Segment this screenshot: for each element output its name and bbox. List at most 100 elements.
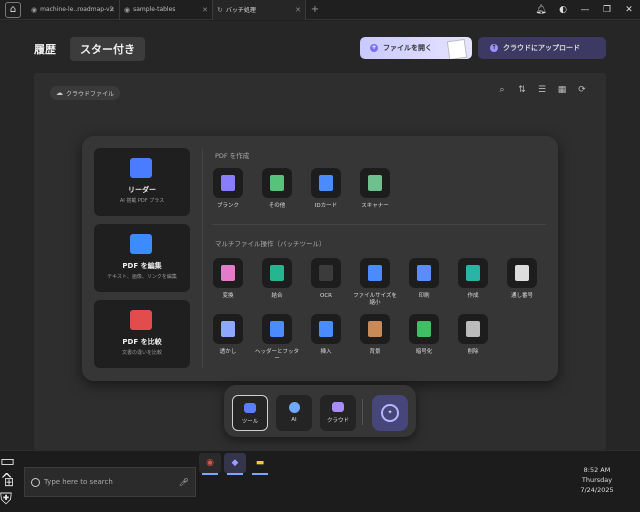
ai-assistant-button[interactable]: ✦ [372,395,408,431]
dock-cloud[interactable]: クラウド [320,395,356,431]
dock-tools[interactable]: ツール [232,395,268,431]
compare-pdf-tile[interactable]: PDF を比較 文書の違いを比較 [94,300,190,368]
dock-ai[interactable]: AI [276,395,312,431]
batch-tool-10[interactable]: 挿入 [304,314,348,356]
create-tool-4-label: スキャナー [361,203,389,209]
batch-tool-9-icon [262,314,292,344]
create-tool-1-label: ブランク [216,203,239,209]
tab-label: バッチ処理 [225,7,256,14]
app-area: 履歴 スター付き + ファイルを開く ↑ クラウドにアップロード ☁ クラウドフ… [0,21,640,450]
section-divider [212,224,546,225]
batch-tool-6-icon [458,258,488,288]
batch-tool-8[interactable]: 透かし [206,314,250,356]
minimize-icon[interactable]: — [574,5,596,15]
batch-tool-11-icon [360,314,390,344]
upload-cloud-label: クラウドにアップロード [503,44,580,52]
batch-tool-8-icon [213,314,243,344]
create-tool-3[interactable]: IDカード [304,168,348,210]
close-icon[interactable]: ✕ [109,6,115,14]
restore-icon[interactable]: ❐ [596,5,618,15]
batch-tool-7-label: 通し番号 [510,293,533,299]
clock[interactable]: 8:52 AM Thursday 7/24/2025 [580,465,614,495]
batch-tool-12-icon [409,314,439,344]
file-explorer-icon[interactable]: ▬ [249,453,271,475]
batch-tool-1-label: 変換 [222,293,234,299]
pdf-app-icon[interactable]: ◆ [224,453,246,475]
open-file-button[interactable]: + ファイルを開く [360,37,472,59]
upload-icon: ↑ [490,44,498,52]
batch-tool-1[interactable]: 変換 [206,258,250,300]
batch-tool-2-label: 結合 [271,293,283,299]
batch-tool-6[interactable]: 作成 [451,258,495,300]
tab-1[interactable]: ◉ machine-le..roadmap-v2 ✕ [27,0,120,20]
create-tool-4-icon [360,168,390,198]
search-icon[interactable]: ⌕ [492,85,512,95]
batch-tool-13-label: 削除 [467,349,479,355]
batch-tool-10-icon [311,314,341,344]
upload-cloud-button[interactable]: ↑ クラウドにアップロード [478,37,606,59]
create-tool-1-icon [213,168,243,198]
batch-tool-5-icon [409,258,439,288]
edit-pdf-subtitle: テキスト、画像、リンクを編集 [107,274,177,280]
search-placeholder: Type here to search [44,478,113,486]
compare-pdf-icon [130,310,152,330]
bell-icon[interactable]: 🔔︎ [530,5,552,15]
main-panel: ☁ クラウドファイル ⌕ ⇅ ☰ ▦ ⟳ リーダー AI 搭載 PDF プラス [34,73,606,450]
create-tool-2-label: その他 [268,203,286,209]
batch-tool-12-label: 暗号化 [415,349,433,355]
cloud-file-chip[interactable]: ☁ クラウドファイル [50,86,121,100]
close-window-icon[interactable]: ✕ [618,5,640,15]
multi-section-label: マルチファイル操作（バッチツール） [215,240,326,248]
tab-2[interactable]: ◉ sample-tables ✕ [120,0,213,20]
home-icon[interactable]: ⌂ [5,1,21,18]
tab-starred[interactable]: スター付き [70,37,145,61]
batch-tool-7-icon [507,258,537,288]
edit-pdf-icon [130,234,152,254]
create-section-label: PDF を作成 [215,152,250,160]
create-tool-2[interactable]: その他 [255,168,299,210]
tab-history[interactable]: 履歴 [34,41,56,57]
batch-tool-9-label: ヘッダーとフッター [255,349,300,362]
batch-tool-9[interactable]: ヘッダーとフッター [255,314,299,363]
batch-tool-1-icon [213,258,243,288]
taskbar-search-input[interactable]: Type here to search 🎤︎ [24,467,196,497]
windows-start-icon[interactable]: ⊞ [4,475,18,489]
tab-3[interactable]: ↻ バッチ処理 ✕ [213,0,306,20]
grid-view-icon[interactable]: ▦ [552,85,572,95]
batch-tool-13[interactable]: 削除 [451,314,495,356]
reader-tile[interactable]: リーダー AI 搭載 PDF プラス [94,148,190,216]
open-file-label: ファイルを開く [383,44,432,52]
reader-icon [130,158,152,178]
toolbox-icon [244,403,256,413]
list-view-icon[interactable]: ☰ [532,85,552,95]
batch-tool-12[interactable]: 暗号化 [402,314,446,356]
ai-icon [288,402,300,413]
batch-tool-2[interactable]: 結合 [255,258,299,300]
batch-tool-11[interactable]: 背景 [353,314,397,356]
batch-tool-3[interactable]: OCR [304,258,348,300]
top-nav: 履歴 スター付き [34,37,145,61]
close-icon[interactable]: ✕ [202,6,208,14]
batch-tool-5-label: 印刷 [418,293,430,299]
refresh-icon[interactable]: ⟳ [572,85,592,95]
batch-tool-7[interactable]: 通し番号 [500,258,544,300]
chrome-icon[interactable]: ◉ [199,453,221,475]
new-tab-icon[interactable]: + [306,4,324,15]
edit-pdf-tile[interactable]: PDF を編集 テキスト、画像、リンクを編集 [94,224,190,292]
dock-ai-label: AI [291,417,297,423]
create-tool-3-icon [311,168,341,198]
create-tool-3-label: IDカード [314,203,338,209]
reader-title: リーダー [128,186,156,194]
tab-label: machine-le..roadmap-v2 [40,6,114,13]
theme-icon[interactable]: ◐ [552,5,574,15]
sort-icon[interactable]: ⇅ [512,85,532,95]
close-icon[interactable]: ✕ [295,6,301,14]
batch-tool-5[interactable]: 印刷 [402,258,446,300]
batch-tool-4[interactable]: ファイルサイズを縮小 [353,258,397,307]
create-tool-1[interactable]: ブランク [206,168,250,210]
create-tool-4[interactable]: スキャナー [353,168,397,210]
divider [202,148,203,368]
dock-tools-label: ツール [241,419,259,425]
microphone-icon[interactable]: 🎤︎ [179,478,189,487]
title-bar: ⌂ ◉ machine-le..roadmap-v2 ✕ ◉ sample-ta… [0,0,640,20]
